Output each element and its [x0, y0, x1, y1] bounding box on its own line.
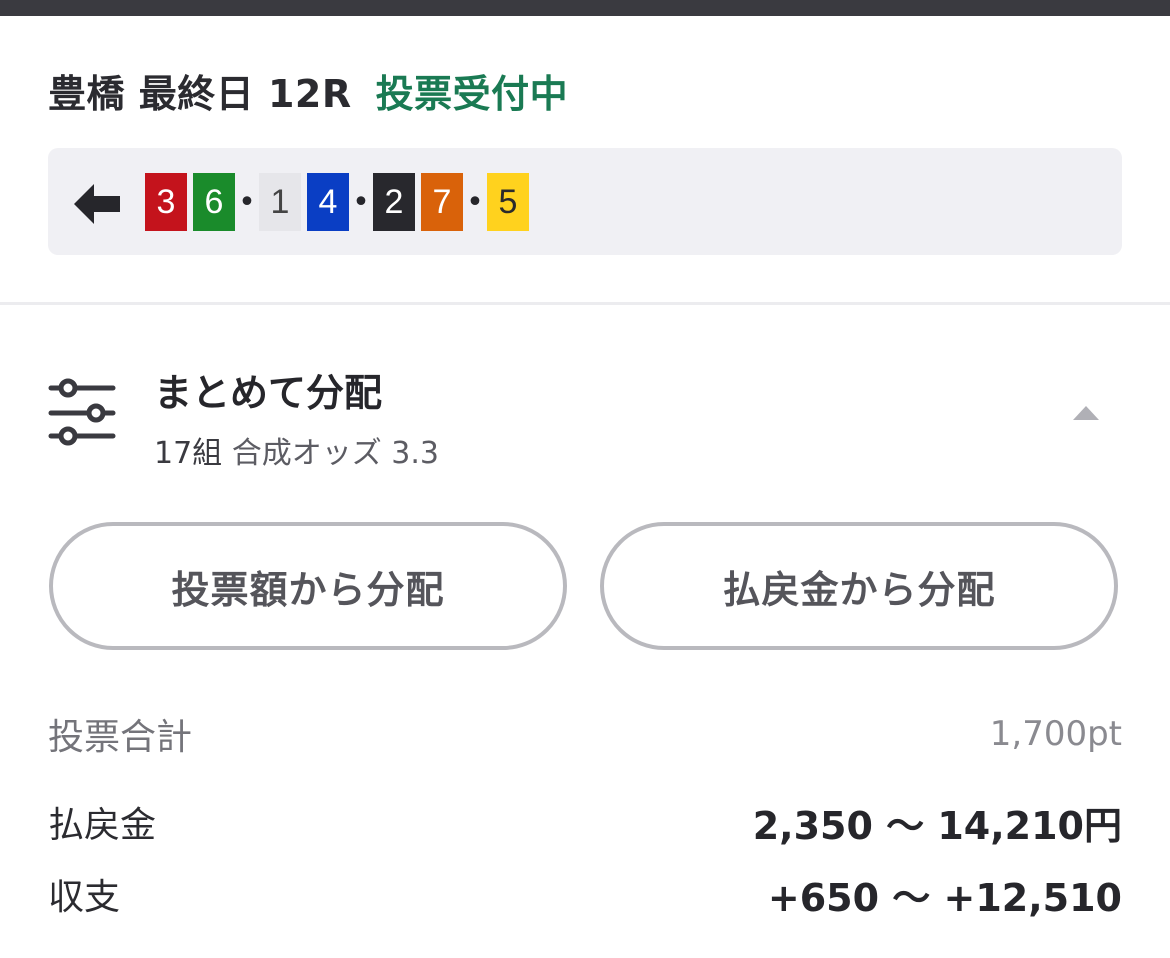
distribute-by-bet-button[interactable]: 投票額から分配	[49, 522, 567, 650]
caret-up-icon[interactable]	[1072, 402, 1100, 424]
total-bet-row: 投票合計 1,700pt	[48, 704, 1122, 764]
boat-chip: 7	[421, 173, 463, 231]
race-status: 投票受付中	[375, 71, 569, 116]
boat-chip: 4	[307, 173, 349, 231]
distribution-subtitle: 17組 合成オッズ 3.3	[154, 428, 439, 472]
chip-separator: •	[466, 184, 484, 220]
payout-value: 2,350 〜 14,210円	[752, 803, 1122, 848]
chip-separator: •	[352, 184, 370, 220]
boat-chip: 1	[259, 173, 301, 231]
net-row: 収支 +650 〜 +12,510	[48, 864, 1122, 924]
boat-chip: 6	[193, 173, 235, 231]
combined-odds: 合成オッズ 3.3	[231, 436, 439, 471]
boat-chip: 3	[145, 173, 187, 231]
status-bar	[0, 0, 1170, 16]
combination-chips: 3 6 • 1 4 • 2 7 • 5	[145, 173, 529, 231]
total-bet-label: 投票合計	[48, 717, 193, 758]
race-name: 豊橋 最終日 12R	[48, 71, 352, 116]
net-value: +650 〜 +12,510	[767, 875, 1122, 920]
race-header: 豊橋 最終日 12R 投票受付中	[48, 62, 568, 118]
payout-row: 払戻金 2,350 〜 14,210円	[48, 792, 1122, 852]
combination-count: 17組	[154, 436, 223, 471]
boat-chip: 5	[487, 173, 529, 231]
boat-chip: 2	[373, 173, 415, 231]
payout-label: 払戻金	[48, 805, 157, 846]
distribute-by-payout-button[interactable]: 払戻金から分配	[600, 522, 1118, 650]
sliders-icon	[48, 378, 116, 450]
distribution-title: まとめて分配	[154, 371, 383, 415]
back-arrow-icon[interactable]	[72, 180, 122, 228]
chip-separator: •	[238, 184, 256, 220]
total-bet-value: 1,700pt	[989, 714, 1122, 754]
net-label: 収支	[48, 877, 121, 918]
section-divider	[0, 302, 1170, 305]
